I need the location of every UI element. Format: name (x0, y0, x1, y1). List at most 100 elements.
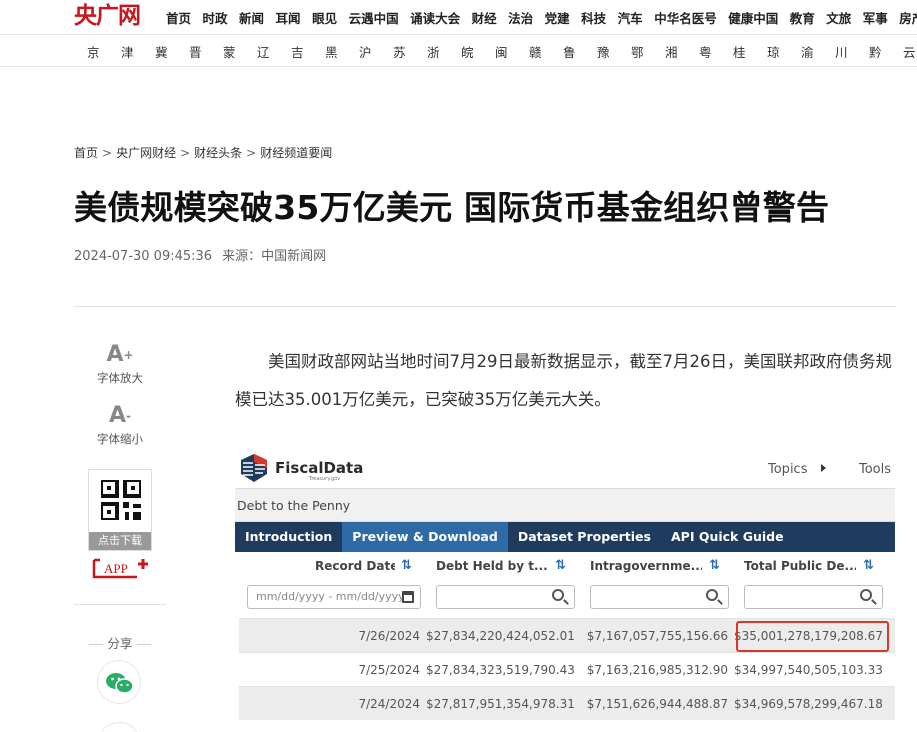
region-item[interactable]: 粤 (699, 42, 733, 61)
menu-item[interactable]: 财经 (472, 8, 497, 27)
region-item[interactable]: 苏 (393, 42, 427, 61)
share-button-secondary[interactable] (97, 722, 141, 732)
menu-item[interactable]: 首页 (166, 8, 191, 27)
sort-icon[interactable]: ⇅ (401, 558, 412, 573)
region-item[interactable]: 桂 (733, 42, 767, 61)
cell-record-date: 7/24/2024 (358, 697, 420, 711)
table-filter-row: mm/dd/yyyy - mm/dd/yyyy (239, 580, 895, 618)
region-item[interactable]: 津 (121, 42, 155, 61)
breadcrumb-finance[interactable]: 央广网财经 (116, 144, 176, 161)
font-decrease-label: 字体缩小 (97, 432, 143, 446)
menu-item[interactable]: 中华名医号 (654, 8, 717, 27)
region-item[interactable]: 鲁 (563, 42, 597, 61)
region-item[interactable]: 辽 (257, 42, 291, 61)
header-divider (74, 306, 896, 307)
font-decrease-button[interactable]: A- 字体缩小 (88, 404, 152, 447)
region-item[interactable]: 冀 (155, 42, 189, 61)
fiscaldata-brand: FiscalData (275, 459, 364, 477)
column-header-intragovernmental[interactable]: Intragovernme... (590, 552, 702, 580)
date-range-placeholder: mm/dd/yyyy - mm/dd/yyyy (256, 590, 405, 603)
fiscaldata-nav-topics[interactable]: Topics (768, 462, 807, 477)
site-logo[interactable]: 央广网 (74, 2, 154, 30)
cell-intragovernmental: $7,163,216,985,312.90 (586, 663, 728, 677)
intragovernmental-filter[interactable] (590, 585, 729, 609)
fiscaldata-header: FiscalData Treasury.gov Topics Tools (235, 445, 895, 489)
fiscaldata-logo-icon (241, 454, 267, 482)
region-item[interactable]: 浙 (427, 42, 461, 61)
menu-item[interactable]: 健康中国 (728, 8, 778, 27)
menu-item[interactable]: 科技 (581, 8, 606, 27)
region-item[interactable]: 鄂 (631, 42, 665, 61)
menu-item[interactable]: 汽车 (618, 8, 643, 27)
region-item[interactable]: 晋 (189, 42, 223, 61)
sort-icon[interactable]: ⇅ (555, 558, 566, 573)
region-item[interactable]: 黑 (325, 42, 359, 61)
app-button[interactable]: APP (91, 556, 151, 580)
highlight-box (736, 621, 889, 652)
cell-debt-held: $27,834,323,519,790.43 (426, 663, 575, 677)
table-header-row: Record Date ⇅ Debt Held by t... ⇅ Intrag… (239, 552, 895, 580)
fiscaldata-screenshot: FiscalData Treasury.gov Topics Tools Deb… (235, 445, 895, 732)
cell-intragovernmental: $7,151,626,944,488.87 (586, 697, 728, 711)
search-icon (552, 589, 564, 601)
tab-dataset-properties[interactable]: Dataset Properties (508, 522, 661, 552)
breadcrumb-headlines[interactable]: 财经头条 (194, 144, 242, 161)
region-item[interactable]: 闽 (495, 42, 529, 61)
breadcrumb-channel[interactable]: 财经频道要闻 (260, 144, 332, 161)
menu-item[interactable]: 新闻 (239, 8, 264, 27)
article-datetime: 2024-07-30 09:45:36 (74, 249, 213, 264)
menu-item[interactable]: 法治 (508, 8, 533, 27)
menu-item[interactable]: 耳闻 (276, 8, 301, 27)
fiscaldata-tabs: Introduction Preview & Download Dataset … (235, 522, 895, 552)
main-menu: 首页 时政 新闻 耳闻 眼见 云遇中国 诵读大会 财经 法治 党建 科技 汽车 … (166, 0, 917, 34)
fiscaldata-nav-tools[interactable]: Tools (859, 462, 891, 477)
sort-icon[interactable]: ⇅ (709, 558, 720, 573)
region-item[interactable]: 赣 (529, 42, 563, 61)
breadcrumb-separator: > (102, 145, 113, 160)
region-item[interactable]: 蒙 (223, 42, 257, 61)
breadcrumb-separator: > (246, 145, 257, 160)
menu-item[interactable]: 房产 (899, 8, 917, 27)
breadcrumb: 首页 > 央广网财经 > 财经头条 > 财经频道要闻 (74, 144, 332, 161)
menu-item[interactable]: 眼见 (312, 8, 337, 27)
debt-held-filter[interactable] (436, 585, 575, 609)
total-debt-filter[interactable] (744, 585, 883, 609)
column-header-total-public-debt[interactable]: Total Public De... (744, 552, 856, 580)
column-header-debt-held[interactable]: Debt Held by t... (436, 552, 548, 580)
left-divider (74, 604, 166, 605)
region-item[interactable]: 渝 (801, 42, 835, 61)
menu-item[interactable]: 诵读大会 (410, 8, 460, 27)
menu-item[interactable]: 文旅 (826, 8, 851, 27)
date-range-filter[interactable]: mm/dd/yyyy - mm/dd/yyyy (247, 585, 421, 609)
breadcrumb-home[interactable]: 首页 (74, 144, 98, 161)
region-item[interactable]: 豫 (597, 42, 631, 61)
cell-debt-held: $27,834,220,424,052.01 (426, 629, 575, 643)
region-item[interactable]: 京 (87, 42, 121, 61)
region-item[interactable]: 川 (835, 42, 869, 61)
region-item[interactable]: 皖 (461, 42, 495, 61)
region-item[interactable]: 琼 (767, 42, 801, 61)
menu-item[interactable]: 党建 (545, 8, 570, 27)
tab-api-quick-guide[interactable]: API Quick Guide (661, 522, 794, 552)
column-header-record-date[interactable]: Record Date (315, 552, 395, 580)
tab-introduction[interactable]: Introduction (235, 522, 342, 552)
tab-preview-download[interactable]: Preview & Download (342, 522, 508, 552)
app-download-qr[interactable]: 点击下载 (88, 469, 152, 551)
region-item[interactable]: 沪 (359, 42, 393, 61)
menu-item[interactable]: 时政 (203, 8, 228, 27)
caret-right-icon (821, 464, 826, 472)
font-increase-button[interactable]: A+ 字体放大 (88, 343, 152, 386)
region-item[interactable]: 黔 (869, 42, 903, 61)
region-item[interactable]: 云 (903, 42, 917, 61)
search-icon (860, 589, 872, 601)
cell-record-date: 7/25/2024 (358, 663, 420, 677)
sort-icon[interactable]: ⇅ (863, 558, 874, 573)
menu-item[interactable]: 军事 (863, 8, 888, 27)
table-row: 7/26/2024 $27,834,220,424,052.01 $7,167,… (239, 618, 895, 652)
cell-record-date: 7/26/2024 (358, 629, 420, 643)
menu-item[interactable]: 教育 (790, 8, 815, 27)
region-item[interactable]: 湘 (665, 42, 699, 61)
wechat-share-button[interactable] (97, 660, 141, 704)
region-item[interactable]: 吉 (291, 42, 325, 61)
menu-item[interactable]: 云遇中国 (349, 8, 399, 27)
